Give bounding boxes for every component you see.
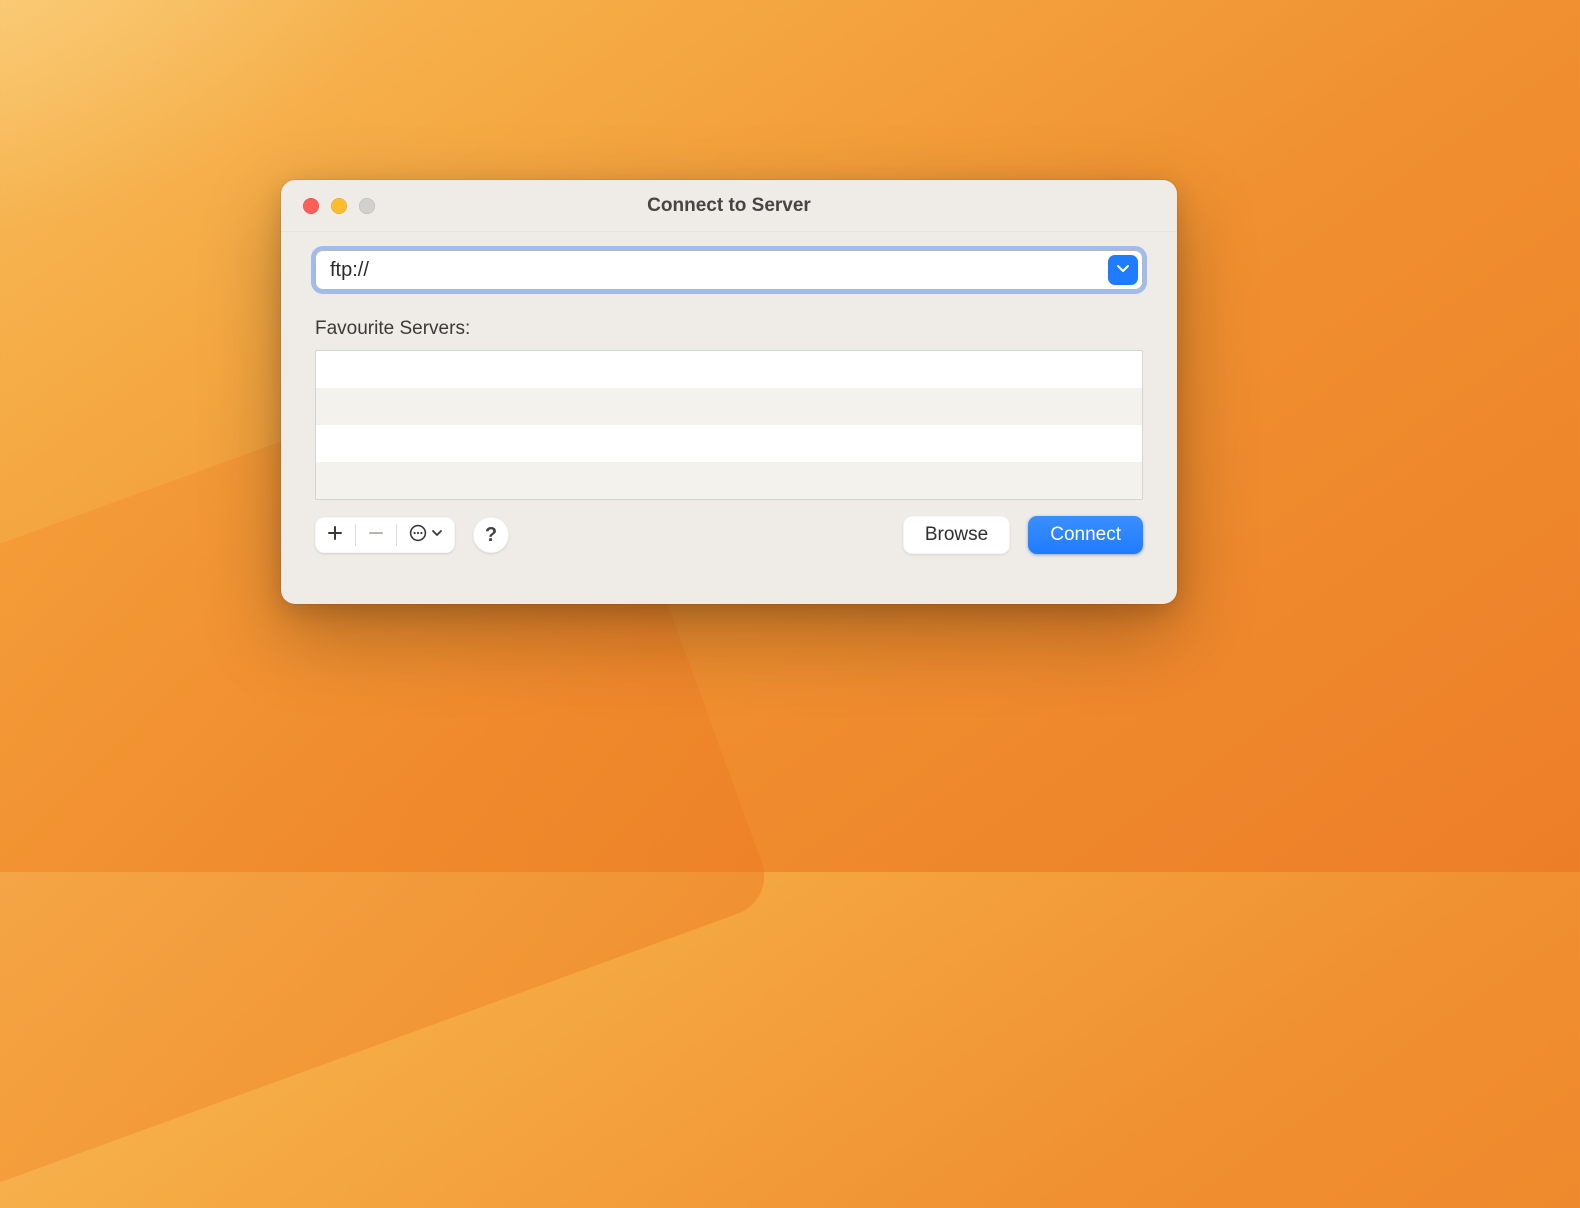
- minus-icon: [368, 525, 384, 546]
- chevron-down-icon: [1116, 261, 1130, 280]
- dialog-title: Connect to Server: [281, 195, 1177, 217]
- help-button[interactable]: ?: [473, 517, 509, 553]
- connect-button-label: Connect: [1050, 524, 1121, 546]
- titlebar: Connect to Server: [281, 180, 1177, 232]
- connect-to-server-dialog: Connect to Server Favourite Servers:: [281, 180, 1177, 604]
- window-minimize-button[interactable]: [331, 198, 347, 214]
- dialog-footer: ? Browse Connect: [315, 516, 1143, 554]
- list-item: [316, 351, 1142, 388]
- favourites-actions-menu[interactable]: [397, 517, 455, 553]
- dialog-content: Favourite Servers:: [281, 232, 1177, 604]
- favourites-toolbar: [315, 517, 455, 553]
- favourite-servers-label: Favourite Servers:: [315, 318, 1143, 340]
- server-address-input[interactable]: [315, 250, 1143, 290]
- plus-icon: [327, 525, 343, 546]
- help-icon: ?: [485, 524, 497, 547]
- favourite-servers-list[interactable]: [315, 350, 1143, 500]
- window-zoom-button: [359, 198, 375, 214]
- window-close-button[interactable]: [303, 198, 319, 214]
- list-item: [316, 388, 1142, 425]
- list-item: [316, 425, 1142, 462]
- browse-button-label: Browse: [925, 524, 988, 546]
- remove-favourite-button: [356, 517, 396, 553]
- list-item: [316, 462, 1142, 499]
- connect-button[interactable]: Connect: [1028, 516, 1143, 554]
- chevron-down-icon: [431, 526, 443, 544]
- recent-servers-dropdown[interactable]: [1108, 255, 1138, 285]
- server-address-field-wrap: [315, 250, 1143, 290]
- add-favourite-button[interactable]: [315, 517, 355, 553]
- browse-button[interactable]: Browse: [903, 516, 1010, 554]
- traffic-lights: [303, 198, 375, 214]
- ellipsis-circle-icon: [409, 524, 427, 547]
